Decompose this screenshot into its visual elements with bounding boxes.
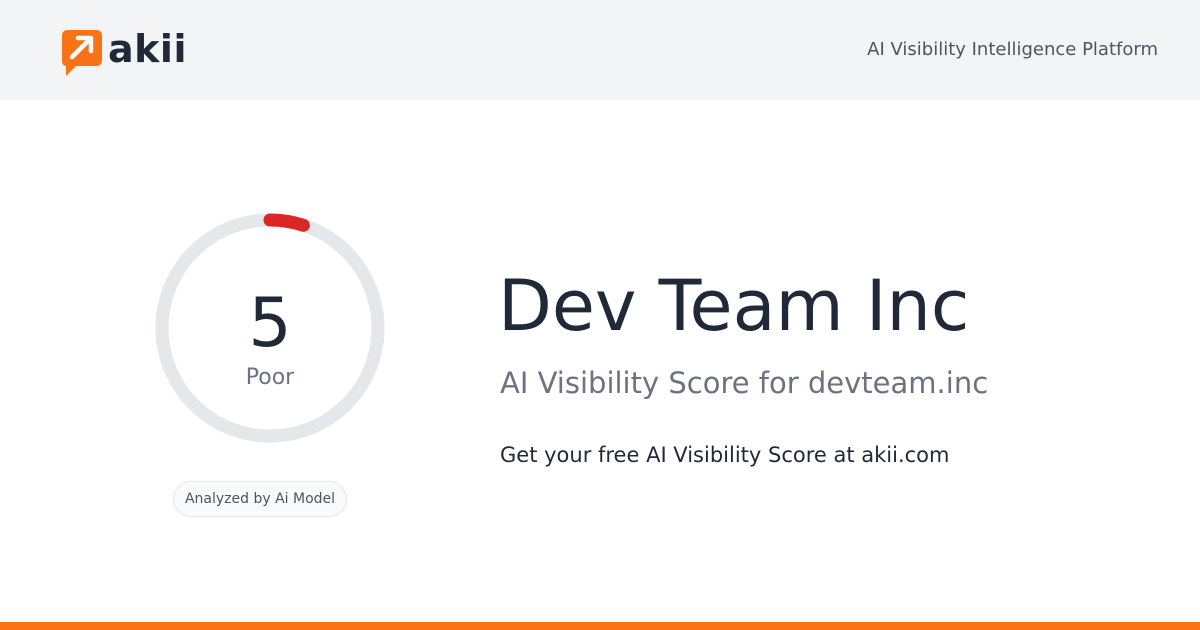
cta-text[interactable]: Get your free AI Visibility Score at aki…	[500, 441, 950, 469]
company-name: Dev Team Inc	[498, 265, 970, 347]
brand-logo[interactable]: akii	[60, 26, 187, 78]
score-subtitle: AI Visibility Score for devteam.inc	[500, 366, 989, 400]
logo-wordmark: akii	[108, 27, 187, 71]
header-bar: akii AI Visibility Intelligence Platform	[0, 0, 1200, 100]
platform-tagline: AI Visibility Intelligence Platform	[867, 39, 1158, 60]
arrow-up-right-speech-bubble-icon	[62, 30, 102, 76]
analyzed-by-badge: Analyzed by Ai Model	[173, 481, 347, 517]
score-rating: Poor	[245, 365, 295, 390]
bottom-accent-bar	[0, 622, 1200, 630]
score-value: 5	[248, 284, 292, 363]
score-gauge: 5 Poor	[155, 213, 385, 443]
